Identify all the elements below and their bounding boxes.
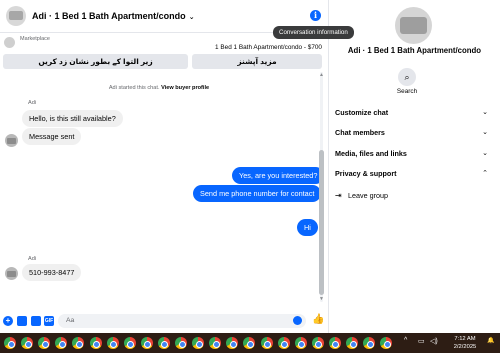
message-bubble-incoming[interactable]: Message sent [22, 128, 82, 145]
section-chat-members[interactable]: Chat members ⌄ [335, 126, 488, 140]
chrome-icon[interactable] [106, 337, 119, 349]
message-bubble-outgoing[interactable]: Yes, are you interested? [232, 167, 325, 184]
chrome-icon[interactable] [192, 337, 205, 349]
message-bubble-outgoing[interactable]: Send me phone number for contact [193, 185, 322, 202]
section-media-files-links[interactable]: Media, files and links ⌄ [335, 147, 488, 161]
plus-icon[interactable]: + [3, 316, 13, 326]
chevron-down-icon: ⌄ [482, 129, 488, 136]
leave-group-label: Leave group [348, 191, 388, 200]
conversation-info-icon[interactable]: i [310, 10, 321, 21]
chrome-icon[interactable] [89, 337, 102, 349]
system-message-text: Adi started this chat. [108, 85, 162, 91]
chat-avatar[interactable] [6, 6, 26, 26]
clock-date: 2/2/2025 [453, 344, 477, 350]
message-sender: Adi [28, 256, 37, 262]
chevron-up-icon[interactable]: ^ [404, 337, 407, 344]
message-input-placeholder: Aa [66, 317, 75, 324]
message-sender: Adi [28, 100, 37, 106]
chrome-icon[interactable] [243, 337, 256, 349]
search-icon[interactable]: ⌕ [398, 68, 416, 86]
chrome-icon[interactable] [209, 337, 222, 349]
chat-title-button[interactable]: Adi · 1 Bed 1 Bath Apartment/condo ⌄ [32, 11, 195, 21]
chrome-icon[interactable] [140, 337, 153, 349]
chrome-icon[interactable] [38, 337, 51, 349]
chevron-down-icon: ⌄ [188, 14, 195, 21]
listing-thumbnail [4, 37, 15, 48]
section-privacy-support[interactable]: Privacy & support ⌃ [335, 167, 488, 181]
section-customize-chat[interactable]: Customize chat ⌄ [335, 106, 488, 120]
chrome-icon[interactable] [380, 337, 393, 349]
sender-avatar[interactable] [5, 134, 18, 147]
chrome-icon[interactable] [55, 337, 68, 349]
more-options-button[interactable]: مزید آپشنز [192, 54, 322, 69]
chrome-icon[interactable] [277, 337, 290, 349]
system-message: Adi started this chat. View buyer profil… [0, 85, 318, 91]
photo-icon[interactable] [17, 316, 27, 326]
scroll-up-icon[interactable]: ▲ [319, 72, 324, 78]
chat-title: Adi · 1 Bed 1 Bath Apartment/condo [32, 11, 186, 21]
notification-bell-icon[interactable]: 🔔 [487, 337, 494, 344]
clock-time: 7:12 AM [454, 336, 476, 342]
marketplace-label: Marketplace [20, 36, 50, 42]
search-label[interactable]: Search [385, 88, 429, 95]
message-scrollbar[interactable]: ▲ ▼ [318, 72, 325, 302]
chevron-down-icon: ⌄ [482, 150, 488, 157]
conversation-avatar[interactable] [395, 7, 432, 44]
section-label: Media, files and links [335, 149, 407, 158]
chrome-icon[interactable] [260, 337, 273, 349]
thumbs-up-icon[interactable]: 👍 [312, 314, 324, 325]
chrome-icon[interactable] [123, 337, 136, 349]
chrome-icon[interactable] [328, 337, 341, 349]
chrome-icon[interactable] [226, 337, 239, 349]
chrome-icon[interactable] [311, 337, 324, 349]
taskbar: ^ ▭ ◁) 7:12 AM 2/2/2025 🔔 [0, 333, 500, 353]
tooltip: Conversation information [273, 26, 354, 39]
section-label: Privacy & support [335, 169, 397, 178]
messenger-window: Adi · 1 Bed 1 Bath Apartment/condo ⌄ i Co… [0, 0, 500, 333]
sticker-icon[interactable] [31, 316, 41, 326]
leave-icon: ⇥ [335, 191, 342, 200]
chrome-icon[interactable] [294, 337, 307, 349]
scrollbar-thumb[interactable] [319, 150, 324, 295]
message-bubble-outgoing[interactable]: Hi [297, 219, 318, 236]
view-buyer-profile-link[interactable]: View buyer profile [161, 85, 209, 91]
gif-icon[interactable]: GIF [44, 316, 54, 326]
chrome-icon[interactable] [346, 337, 358, 349]
message-bubble-incoming[interactable]: 510-993-8477 [22, 264, 82, 281]
chrome-icon[interactable] [72, 337, 85, 349]
chrome-icon[interactable] [175, 337, 187, 349]
message-list: Adi started this chat. View buyer profil… [0, 70, 325, 305]
chrome-icon[interactable] [363, 337, 376, 349]
leave-group-button[interactable]: ⇥ Leave group [335, 189, 388, 203]
taskbar-clock[interactable]: 7:12 AM 2/2/2025 [448, 335, 482, 351]
network-icon[interactable]: ▭ [418, 337, 425, 345]
listing-title: 1 Bed 1 Bath Apartment/condo - $700 [215, 44, 322, 51]
message-bubble-incoming[interactable]: Hello, is this still available? [22, 110, 123, 127]
chevron-down-icon: ⌄ [482, 109, 488, 116]
chrome-icon[interactable] [157, 337, 170, 349]
chat-pane: Adi · 1 Bed 1 Bath Apartment/condo ⌄ i Co… [0, 0, 354, 333]
section-label: Customize chat [335, 108, 389, 117]
emoji-icon[interactable] [293, 316, 302, 325]
message-input[interactable]: Aa [58, 314, 306, 328]
chrome-icon[interactable] [4, 337, 16, 349]
sender-avatar[interactable] [5, 267, 18, 280]
mark-pending-button[interactable]: زیر التوا کے بطور نشان زد کریں [3, 54, 188, 69]
section-label: Chat members [335, 128, 385, 137]
conversation-info-panel: Adi · 1 Bed 1 Bath Apartment/condo ⌕ Sea… [329, 0, 500, 333]
scroll-down-icon[interactable]: ▼ [319, 296, 324, 302]
chrome-icon[interactable] [21, 337, 34, 349]
volume-icon[interactable]: ◁) [430, 337, 438, 345]
chevron-up-icon: ⌃ [482, 170, 488, 177]
conversation-name: Adi · 1 Bed 1 Bath Apartment/condo [347, 46, 482, 55]
composer: + GIF Aa [0, 310, 329, 332]
